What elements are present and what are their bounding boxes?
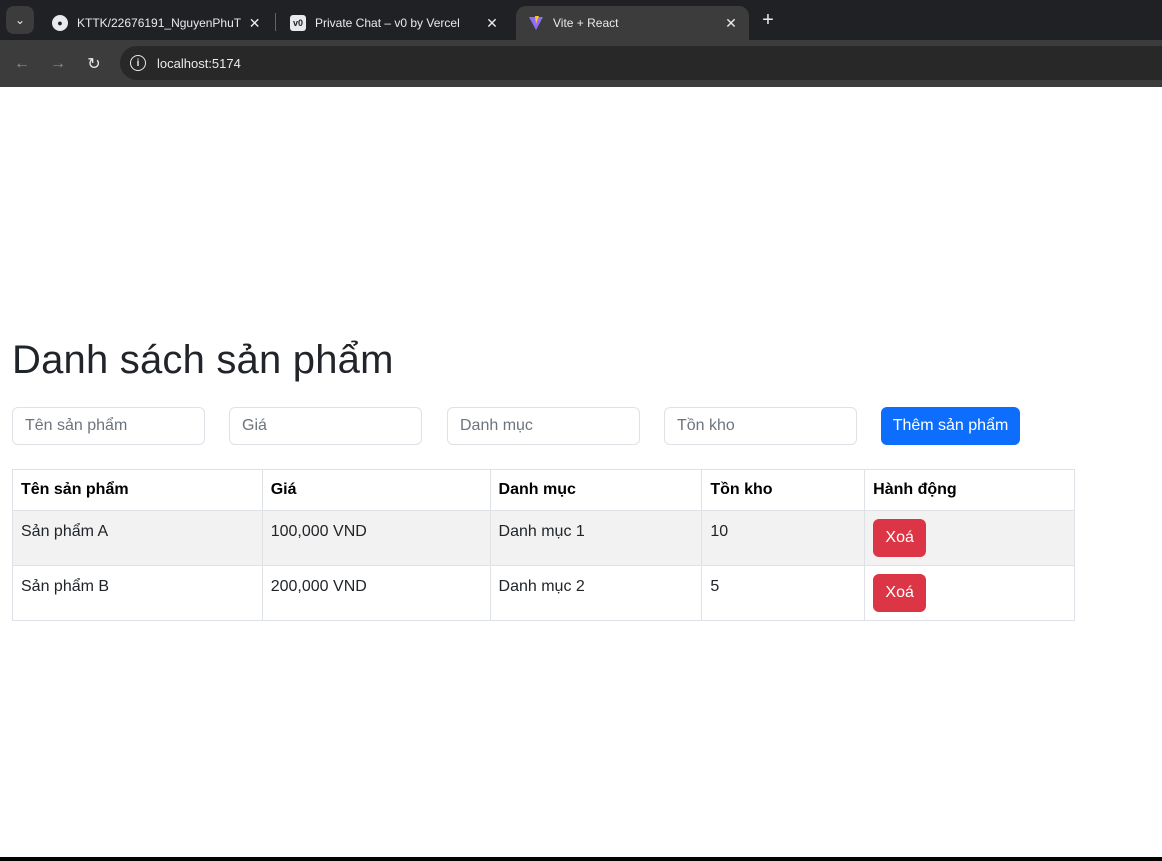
window-bottom-edge <box>0 857 1162 861</box>
v0-icon: v0 <box>290 15 306 31</box>
product-name-input[interactable] <box>12 407 205 445</box>
close-icon[interactable]: ✕ <box>723 15 739 32</box>
header-price: Giá <box>261 469 491 511</box>
browser-tab-bar: ⌄ ● KTTK/22676191_NguyenPhuTrie ✕ v0 Pri… <box>0 0 1162 40</box>
github-icon: ● <box>52 15 68 31</box>
cell-price: 200,000 VND <box>261 565 491 621</box>
category-input[interactable] <box>447 407 640 445</box>
forward-arrow-icon[interactable]: → <box>46 52 70 76</box>
back-arrow-icon[interactable]: ← <box>10 52 34 76</box>
cell-action: Xoá <box>864 510 1075 566</box>
tab-search-chevron-icon[interactable]: ⌄ <box>6 6 34 34</box>
cell-stock: 10 <box>701 510 866 566</box>
reload-icon[interactable]: ↻ <box>82 52 106 76</box>
browser-toolbar: ← → ↻ i localhost:5174 <box>0 40 1162 87</box>
new-tab-plus-icon[interactable]: + <box>756 8 780 32</box>
browser-tab-vite[interactable]: Vite + React ✕ <box>516 6 749 40</box>
delete-button[interactable]: Xoá <box>873 574 927 612</box>
vite-icon <box>528 15 544 31</box>
header-name: Tên sản phẩm <box>12 469 263 511</box>
stock-input[interactable] <box>664 407 857 445</box>
address-bar[interactable]: i localhost:5174 <box>120 46 1162 80</box>
tab-title: KTTK/22676191_NguyenPhuTrie <box>77 16 242 30</box>
table-header-row: Tên sản phẩm Giá Danh mục Tồn kho Hành đ… <box>12 469 1075 511</box>
page-title: Danh sách sản phẩm <box>12 338 394 382</box>
cell-action: Xoá <box>864 565 1075 621</box>
cell-name: Sản phẩm B <box>12 565 263 621</box>
tab-title: Vite + React <box>553 16 619 30</box>
cell-price: 100,000 VND <box>261 510 491 566</box>
table-row: Sản phẩm B 200,000 VND Danh mục 2 5 Xoá <box>12 565 1075 621</box>
cell-stock: 5 <box>701 565 866 621</box>
close-icon[interactable]: ✕ <box>247 15 262 32</box>
close-icon[interactable]: ✕ <box>484 15 500 32</box>
tab-separator <box>275 13 276 31</box>
tab-title: Private Chat – v0 by Vercel <box>315 16 460 30</box>
browser-tab-github[interactable]: ● KTTK/22676191_NguyenPhuTrie ✕ <box>40 6 272 40</box>
table-row: Sản phẩm A 100,000 VND Danh mục 1 10 Xoá <box>12 510 1075 566</box>
url-text: localhost:5174 <box>157 55 241 71</box>
browser-tab-v0[interactable]: v0 Private Chat – v0 by Vercel ✕ <box>278 6 510 40</box>
products-table: Tên sản phẩm Giá Danh mục Tồn kho Hành đ… <box>12 469 1075 621</box>
header-action: Hành động <box>864 469 1075 511</box>
cell-category: Danh mục 2 <box>489 565 703 621</box>
add-product-button[interactable]: Thêm sản phẩm <box>881 407 1020 445</box>
header-category: Danh mục <box>489 469 703 511</box>
cell-name: Sản phẩm A <box>12 510 263 566</box>
delete-button[interactable]: Xoá <box>873 519 927 557</box>
price-input[interactable] <box>229 407 422 445</box>
info-icon[interactable]: i <box>130 55 146 71</box>
header-stock: Tồn kho <box>701 469 866 511</box>
cell-category: Danh mục 1 <box>489 510 703 566</box>
page-content: Danh sách sản phẩm Thêm sản phẩm Tên sản… <box>0 87 1162 861</box>
